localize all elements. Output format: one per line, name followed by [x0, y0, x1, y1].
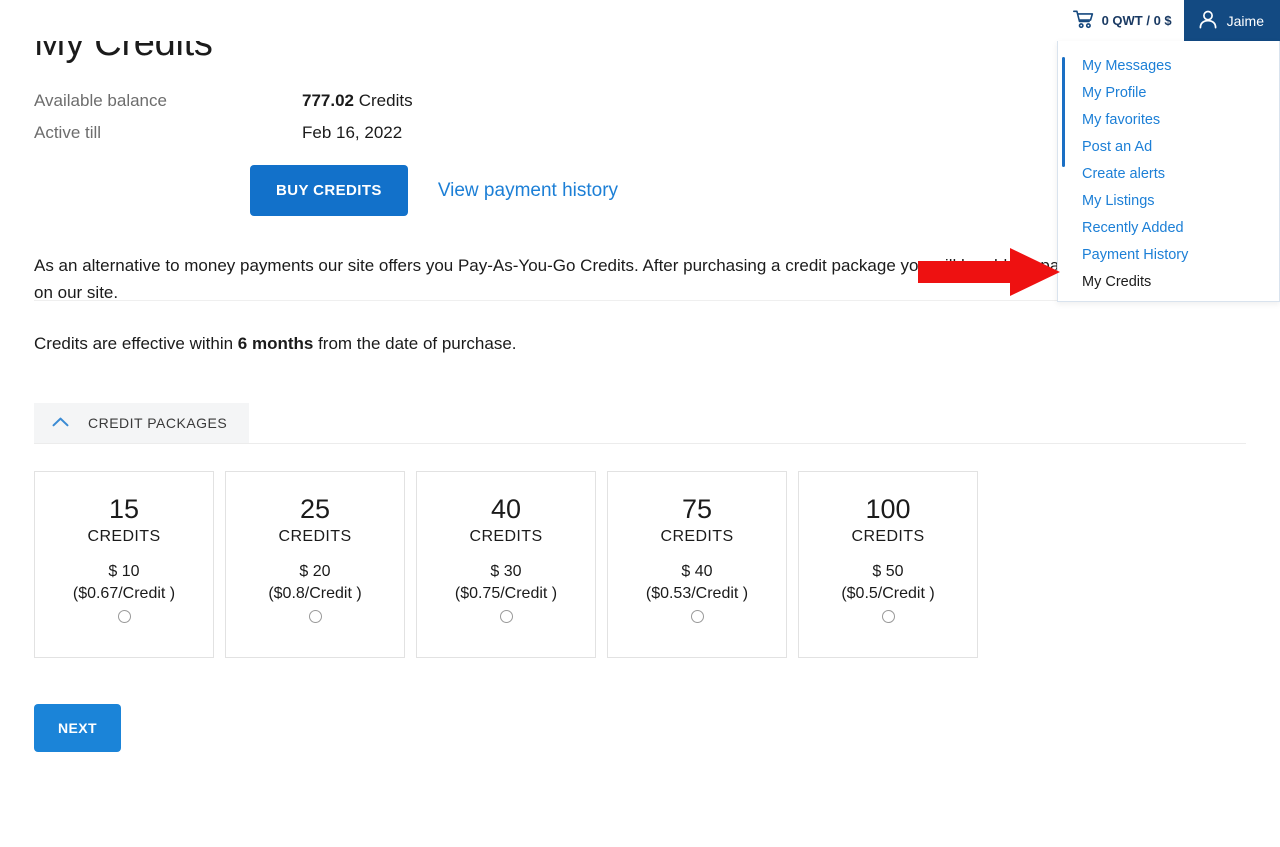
user-name-label: Jaime [1226, 12, 1264, 29]
user-dropdown-menu: My Messages My Profile My favorites Post an… [1057, 41, 1280, 302]
balance-number: 777.02 [302, 91, 354, 110]
package-radio[interactable] [499, 610, 513, 623]
buy-credits-button[interactable]: BUY CREDITS [250, 165, 408, 216]
credit-package-card[interactable]: 15 CREDITS $ 10 ($0.67/Credit ) [34, 471, 214, 658]
credit-package-card[interactable]: 40 CREDITS $ 30 ($0.75/Credit ) [416, 471, 596, 658]
package-rate: ($0.8/Credit ) [268, 585, 362, 602]
package-amount: 75 [681, 494, 713, 524]
validity-duration: 6 months [237, 334, 314, 353]
dropdown-item-payment-history[interactable]: Payment History [1058, 242, 1279, 269]
active-till-label: Active till [34, 123, 102, 142]
package-radio[interactable] [881, 610, 895, 623]
package-unit: CREDITS [660, 528, 734, 545]
dropdown-item-my-favorites[interactable]: My favorites [1058, 107, 1279, 134]
credit-package-card[interactable]: 25 CREDITS $ 20 ($0.8/Credit ) [225, 471, 405, 658]
dropdown-scroll-rail-segment[interactable] [1062, 119, 1065, 161]
package-unit: CREDITS [851, 528, 925, 545]
package-amount: 40 [490, 494, 522, 524]
available-balance-label: Available balance [34, 91, 167, 110]
package-rate: ($0.5/Credit ) [841, 585, 935, 602]
balance-unit: Credits [358, 91, 413, 110]
credit-package-card[interactable]: 100 CREDITS $ 50 ($0.5/Credit ) [798, 471, 978, 658]
package-price: $ 20 [299, 563, 331, 580]
available-balance-value: 777.02 Credits [302, 91, 413, 111]
package-unit: CREDITS [278, 528, 352, 545]
package-radio[interactable] [117, 610, 131, 623]
dropdown-item-recently-added[interactable]: Recently Added [1058, 215, 1279, 242]
view-payment-history-link[interactable]: View payment history [438, 180, 618, 202]
dropdown-item-my-messages[interactable]: My Messages [1058, 53, 1279, 80]
package-amount: 25 [299, 494, 331, 524]
package-price: $ 50 [872, 563, 904, 580]
package-unit: CREDITS [469, 528, 543, 545]
dropdown-item-my-listings[interactable]: My Listings [1058, 188, 1279, 215]
package-price: $ 40 [681, 563, 713, 580]
validity-prefix: Credits are effective within [34, 334, 238, 353]
validity-suffix: from the date of purchase. [313, 334, 517, 353]
top-bar: 0 QWT / 0 $ Jaime [0, 0, 1280, 41]
package-radio[interactable] [308, 610, 322, 623]
cart-total-label: 0 QWT / 0 $ [1101, 13, 1172, 28]
credit-packages-tab-label: CREDIT PACKAGES [88, 415, 228, 431]
package-price: $ 30 [490, 563, 522, 580]
user-menu-button[interactable]: Jaime [1183, 0, 1280, 41]
dropdown-item-my-credits[interactable]: My Credits [1058, 269, 1279, 296]
package-amount: 15 [108, 494, 140, 524]
next-button[interactable]: NEXT [34, 704, 121, 752]
package-rate: ($0.53/Credit ) [645, 585, 749, 602]
chevron-up-icon [52, 414, 69, 432]
section-divider [34, 443, 1246, 444]
validity-paragraph: Credits are effective within 6 months fr… [34, 330, 1246, 357]
shopping-cart-icon [1072, 10, 1094, 32]
credit-packages-list: 15 CREDITS $ 10 ($0.67/Credit ) 25 CREDITS $ 2… [34, 471, 1246, 658]
dropdown-item-create-alerts[interactable]: Create alerts [1058, 161, 1279, 188]
credit-package-card[interactable]: 75 CREDITS $ 40 ($0.53/Credit ) [607, 471, 787, 658]
package-rate: ($0.75/Credit ) [454, 585, 558, 602]
cart-summary[interactable]: 0 QWT / 0 $ [1072, 0, 1184, 41]
package-unit: CREDITS [87, 528, 161, 545]
package-price: $ 10 [108, 563, 140, 580]
dropdown-item-post-an-ad[interactable]: Post an Ad [1058, 134, 1279, 161]
dropdown-item-my-profile[interactable]: My Profile [1058, 80, 1279, 107]
next-button-wrap: NEXT [34, 704, 1246, 752]
package-radio[interactable] [690, 610, 704, 623]
package-rate: ($0.67/Credit ) [72, 585, 176, 602]
active-till-value: Feb 16, 2022 [302, 123, 403, 142]
package-amount: 100 [865, 494, 911, 524]
credit-packages-tab[interactable]: CREDIT PACKAGES [34, 403, 250, 443]
user-avatar-icon [1198, 9, 1218, 33]
